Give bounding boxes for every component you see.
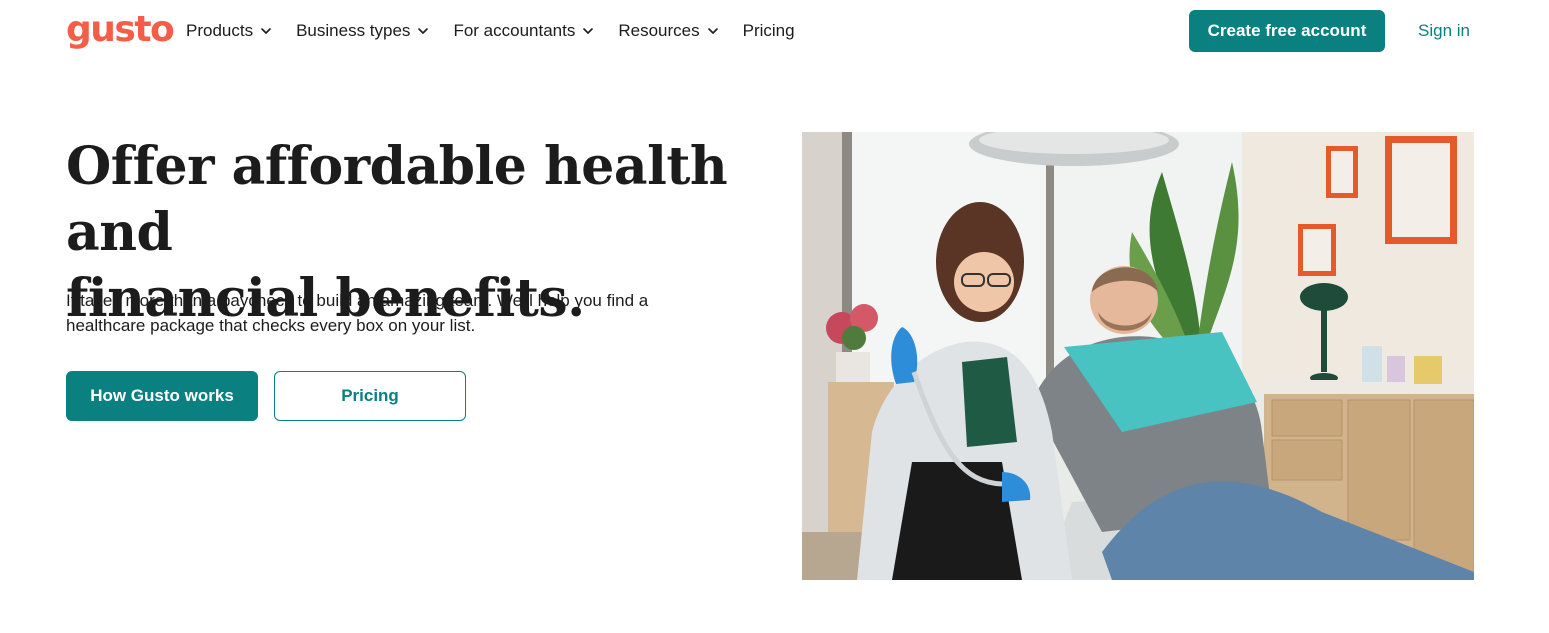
chevron-down-icon <box>581 24 595 38</box>
dental-office-illustration <box>802 132 1474 580</box>
page: gusto Products Business types For accoun… <box>0 0 1549 633</box>
nav-item-label: Pricing <box>742 21 795 40</box>
nav-item-label: Products <box>186 21 254 40</box>
hero-photo <box>802 132 1474 580</box>
nav-item-business-types[interactable]: Business types <box>296 0 430 62</box>
nav-item-label: Business types <box>296 21 411 40</box>
nav-item-pricing[interactable]: Pricing <box>743 0 795 62</box>
chevron-down-icon <box>259 24 273 38</box>
nav-item-products[interactable]: Products <box>186 0 273 62</box>
sign-in-link[interactable]: Sign in <box>1418 10 1470 52</box>
nav-item-label: Resources <box>618 21 700 40</box>
chevron-down-icon <box>416 24 430 38</box>
pricing-button[interactable]: Pricing <box>274 371 466 421</box>
chevron-down-icon <box>706 24 720 38</box>
hero-subtitle: It takes more than a paycheck to build a… <box>66 288 726 338</box>
how-gusto-works-button[interactable]: How Gusto works <box>66 371 258 421</box>
hero-subtitle-line: It takes more than a paycheck to build a… <box>66 291 649 310</box>
nav-item-label: For accountants <box>453 21 576 40</box>
hero-subtitle-line: healthcare package that checks every box… <box>66 316 476 335</box>
gusto-logo[interactable]: gusto <box>66 8 175 52</box>
site-header: gusto Products Business types For accoun… <box>0 0 1549 62</box>
hero-title-line: Offer affordable health and <box>66 136 728 263</box>
nav-item-resources[interactable]: Resources <box>618 0 719 62</box>
nav-item-for-accountants[interactable]: For accountants <box>453 0 595 62</box>
create-free-account-button[interactable]: Create free account <box>1189 10 1385 52</box>
main-nav: Products Business types For accountants … <box>186 0 818 62</box>
